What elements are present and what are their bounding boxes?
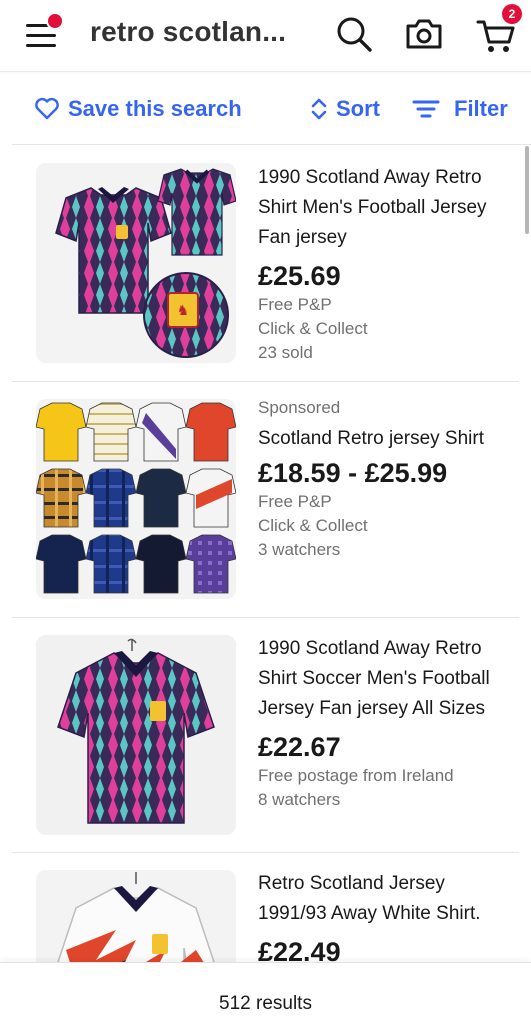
listing-sold-count: 23 sold xyxy=(258,343,313,362)
save-search-label: Save this search xyxy=(68,96,242,121)
search-query-text[interactable]: retro scotlan... xyxy=(90,16,310,48)
listing-image[interactable] xyxy=(36,635,236,835)
sort-chevrons-icon xyxy=(311,98,327,120)
menu-button[interactable] xyxy=(24,12,68,54)
listing-item[interactable]: Sponsored Scotland Retro jersey Shirt £1… xyxy=(12,382,519,618)
listing-title[interactable]: 1990 Scotland Away Retro Shirt Men's Foo… xyxy=(258,163,515,253)
sort-label: Sort xyxy=(336,96,380,121)
jersey-collage-image xyxy=(36,399,236,599)
menu-icon-bar xyxy=(26,34,56,37)
listing-image[interactable]: ♞ xyxy=(36,163,236,363)
scrollbar[interactable] xyxy=(525,146,529,234)
listing-title[interactable]: 1990 Scotland Away Retro Shirt Soccer Me… xyxy=(258,634,515,724)
listing-shipping: Free P&P xyxy=(258,492,332,511)
listing-watchers: 3 watchers xyxy=(258,540,341,559)
results-footer: 512 results xyxy=(0,962,531,1024)
filter-icon xyxy=(412,100,440,118)
listing-shipping: Free postage from Ireland xyxy=(258,766,454,785)
menu-icon-bar xyxy=(26,44,56,47)
jersey-image: ♞ xyxy=(36,163,236,363)
heart-icon xyxy=(35,97,59,120)
listing-price: £25.69 xyxy=(258,261,341,291)
search-button[interactable] xyxy=(332,12,376,56)
listing-title[interactable]: Scotland Retro jersey Shirt xyxy=(258,424,515,454)
cart-count-badge: 2 xyxy=(502,4,522,24)
listing-collect: Click & Collect xyxy=(258,516,368,535)
listing-image[interactable] xyxy=(36,399,236,599)
results-count: 512 results xyxy=(219,993,312,1014)
listing-title[interactable]: Retro Scotland Jersey 1991/93 Away White… xyxy=(258,869,515,929)
camera-icon xyxy=(406,19,442,49)
filter-label: Filter xyxy=(454,96,508,121)
search-actions-row: Save this search Sort Filter xyxy=(0,78,531,138)
notification-dot xyxy=(46,12,64,30)
listing-watchers: 8 watchers xyxy=(258,790,341,809)
save-search-button[interactable]: Save this search xyxy=(34,96,242,122)
sort-button[interactable]: Sort xyxy=(310,96,380,122)
svg-text:♞: ♞ xyxy=(177,303,190,319)
top-app-bar: retro scotlan... 2 xyxy=(0,0,531,72)
listing-price: £18.59 - £25.99 xyxy=(258,458,448,488)
sponsored-label: Sponsored xyxy=(258,398,341,417)
listing-collect: Click & Collect xyxy=(258,319,368,338)
filter-button[interactable]: Filter xyxy=(412,96,508,122)
search-icon xyxy=(337,17,372,52)
listing-price: £22.67 xyxy=(258,732,341,762)
listing-item[interactable]: 1990 Scotland Away Retro Shirt Soccer Me… xyxy=(12,618,519,853)
camera-search-button[interactable] xyxy=(402,12,446,56)
listing-item[interactable]: ♞ 1990 Scotland Away Retro Shirt Men's F… xyxy=(12,145,519,382)
jersey-image xyxy=(36,635,236,835)
listing-shipping: Free P&P xyxy=(258,295,332,314)
